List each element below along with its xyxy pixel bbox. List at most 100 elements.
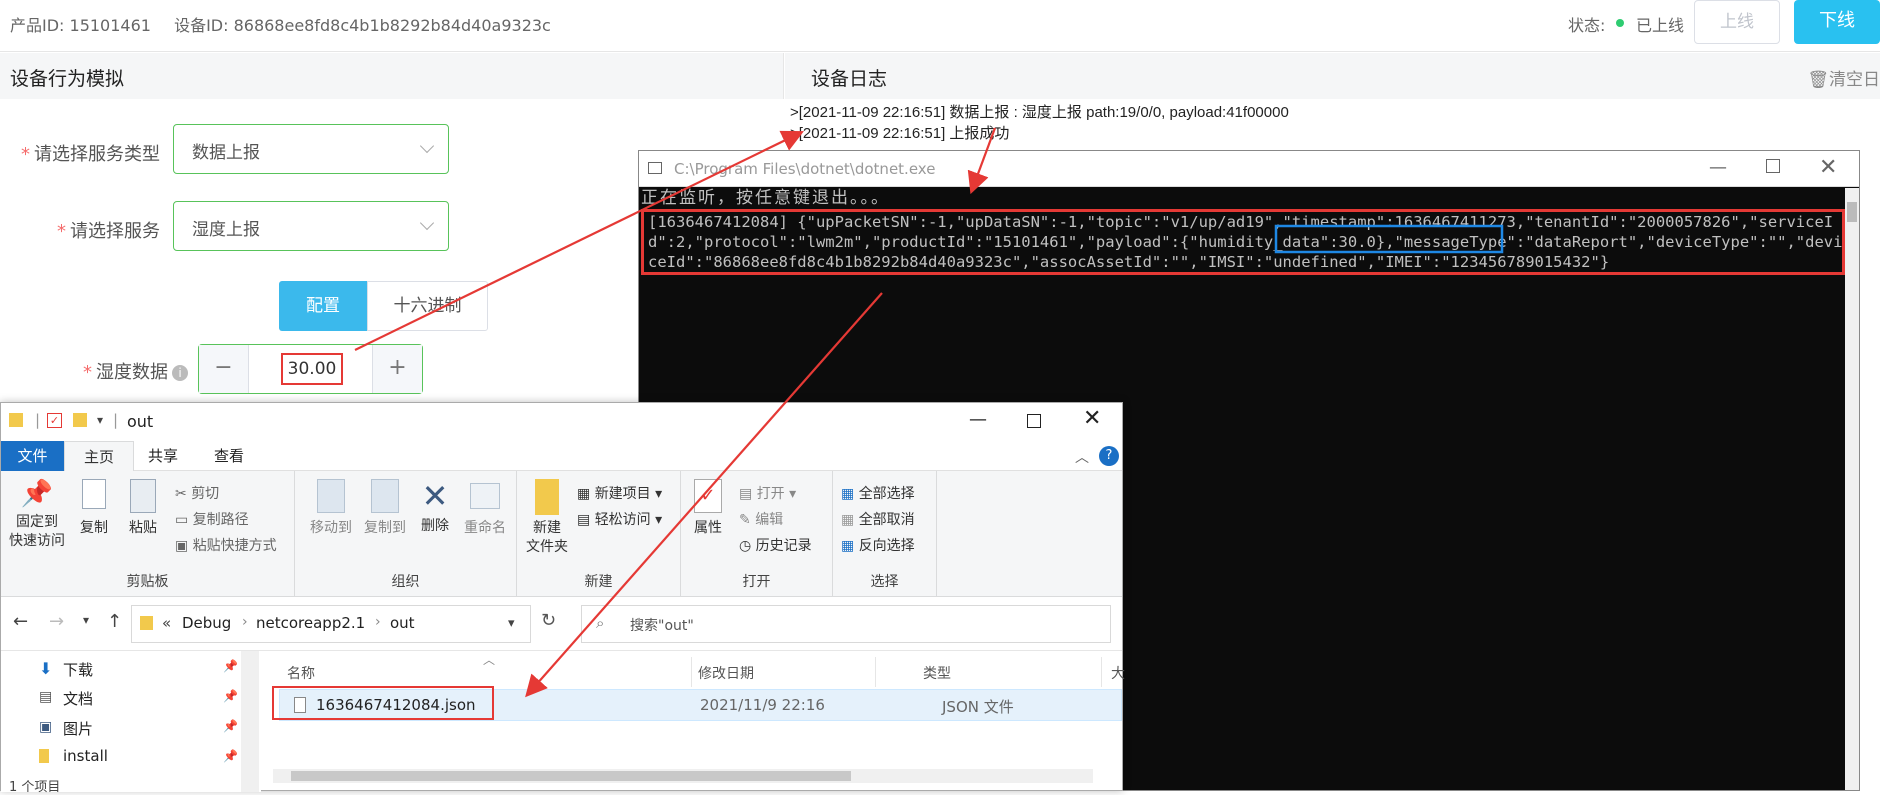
clipboard-label: 剪贴板 [126,574,169,590]
minimize-icon[interactable]: — [1709,157,1727,178]
invert-selection-button[interactable]: ▦ 反向选择 [841,535,915,555]
ribbon: 📌 固定到 快速访问 复制 粘贴 ✂ 剪切 ▭ 复制路径 ▣ 粘贴快捷方式 剪贴… [1,471,1122,597]
breadcrumb-out[interactable]: out [390,614,415,632]
navigation-pane: ⬇ 下载 📌 ▤ 文档 📌 ▣ 图片 📌 install 📌 1 个项目 [1,651,261,795]
collapse-ribbon-icon[interactable]: ︿ [1075,447,1089,467]
column-header-size[interactable]: 大 [1111,663,1125,683]
chevron-down-icon [419,215,435,231]
explorer-window: | ✓ ▾ | out — ✕ 共享 查看 ︿ ? 文件 主页 📌 固定到 快速… [0,402,1125,795]
horizontal-scrollbar-thumb[interactable] [291,771,851,781]
simulator-title: 设备行为模拟 [10,68,125,90]
pin-icon[interactable]: 📌 [223,719,238,733]
status-label: 状态: [1568,16,1606,35]
explorer-title: out [127,412,154,431]
paste-button[interactable]: 粘贴 [123,479,163,537]
nav-item-documents[interactable]: 文档 [63,688,93,709]
column-header-name[interactable]: 名称 [287,663,315,683]
address-dropdown-icon[interactable]: ▾ [508,616,515,631]
file-date: 2021/11/9 22:16 [700,696,825,714]
new-folder-qa-icon[interactable] [73,413,87,427]
cut-button[interactable]: ✂ 剪切 [175,483,219,503]
copy-to-icon [371,479,399,513]
increment-button[interactable]: + [372,345,422,393]
minimize-icon[interactable]: — [969,409,987,430]
history-button[interactable]: ◷ 历史记录 [739,535,812,555]
breadcrumb-overflow[interactable]: « [162,614,171,632]
move-to-button[interactable]: 移动到 [305,479,357,537]
close-icon[interactable]: ✕ [1819,155,1837,180]
search-icon: ⌕ [596,614,605,632]
recent-dropdown-icon[interactable]: ▾ [83,613,89,627]
column-header-type[interactable]: 类型 [923,663,951,683]
pin-button[interactable]: 📌 固定到 快速访问 [5,479,69,551]
nav-scrollbar[interactable] [241,651,259,792]
search-placeholder: 搜索"out" [630,618,694,634]
log-line: >[2021-11-09 22:16:51] 上报成功 [790,125,1010,142]
edit-button[interactable]: ✎ 编辑 [739,509,783,529]
tab-config[interactable]: 配置 [279,281,367,331]
sort-up-icon: ︿ [483,653,496,667]
nav-item-pictures[interactable]: 图片 [63,718,93,739]
properties-qa-icon[interactable]: ✓ [47,413,62,428]
qa-dropdown-icon[interactable]: ▾ [97,413,103,427]
search-input[interactable]: ⌕ 搜索"out" [581,605,1111,643]
select-label: 选择 [870,574,899,590]
paste-shortcut-button[interactable]: ▣ 粘贴快捷方式 [175,535,277,555]
delete-button[interactable]: ✕ 删除 [415,477,455,535]
pin-icon[interactable]: 📌 [223,659,238,673]
decrement-button[interactable]: − [199,345,249,393]
up-arrow-icon[interactable]: ↑ [107,611,122,632]
clear-log-button[interactable]: 🗑清空日 [1807,65,1880,90]
rename-button[interactable]: 重命名 [459,479,511,537]
select-none-button[interactable]: ▦ 全部取消 [841,509,915,529]
new-item-button[interactable]: ▦ 新建项目 ▾ [577,483,662,503]
column-header-date[interactable]: 修改日期 [698,663,754,683]
pin-icon[interactable]: 📌 [223,689,238,703]
device-log-title: 设备日志 [811,68,888,90]
humidity-input[interactable]: 30.00 [281,353,343,385]
file-highlight-box [272,686,494,720]
refresh-icon[interactable]: ↻ [541,610,556,631]
back-arrow-icon[interactable]: ← [13,611,28,632]
console-scrollbar[interactable] [1845,188,1859,790]
tab-hex[interactable]: 十六进制 [367,281,488,331]
close-icon[interactable]: ✕ [1083,406,1101,431]
pin-icon[interactable]: 📌 [223,749,238,763]
organize-label: 组织 [391,574,420,590]
service-value: 湿度上报 [192,220,260,240]
paste-icon [130,479,156,513]
copy-path-button[interactable]: ▭ 复制路径 [175,509,249,529]
tab-view[interactable]: 查看 [214,445,244,466]
tab-file[interactable]: 文件 [1,441,64,471]
info-icon[interactable]: i [172,365,188,381]
pin-icon: 📌 [20,479,54,509]
offline-button[interactable]: 下线 [1794,0,1880,44]
select-all-button[interactable]: ▦ 全部选择 [841,483,915,503]
new-item-icon: ▦ [577,486,591,502]
service-select[interactable]: 湿度上报 [173,201,449,251]
tab-home[interactable]: 主页 [64,441,134,472]
forward-arrow-icon[interactable]: → [49,611,64,632]
breadcrumb-debug[interactable]: Debug [182,614,231,632]
maximize-icon[interactable] [1027,414,1041,428]
tab-share[interactable]: 共享 [148,445,178,466]
service-type-select[interactable]: 数据上报 [173,124,449,174]
breadcrumb-netcoreapp[interactable]: netcoreapp2.1 [256,614,365,632]
maximize-icon[interactable] [1766,159,1780,173]
select-all-icon: ▦ [841,486,855,502]
download-icon: ⬇ [39,659,53,678]
easy-access-button[interactable]: ▤ 轻松访问 ▾ [577,509,662,529]
address-bar[interactable]: « Debug › netcoreapp2.1 › out ▾ [131,605,531,643]
new-folder-button[interactable]: 新建 文件夹 [521,479,573,557]
copy-button[interactable]: 复制 [75,479,113,537]
properties-button[interactable]: ✓ 属性 [687,479,729,537]
device-info: 产品ID: 15101461 设备ID: 86868ee8fd8c4b1b829… [10,12,569,36]
nav-item-downloads[interactable]: 下载 [63,659,93,680]
open-label: 打开 [742,574,771,590]
status-bar-text: 1 个项目 [9,780,61,795]
online-button[interactable]: 上线 [1694,0,1780,44]
open-button[interactable]: ▤ 打开 ▾ [739,483,796,503]
copy-to-button[interactable]: 复制到 [359,479,411,537]
nav-item-install[interactable]: install [63,747,108,765]
help-icon[interactable]: ? [1099,446,1119,466]
